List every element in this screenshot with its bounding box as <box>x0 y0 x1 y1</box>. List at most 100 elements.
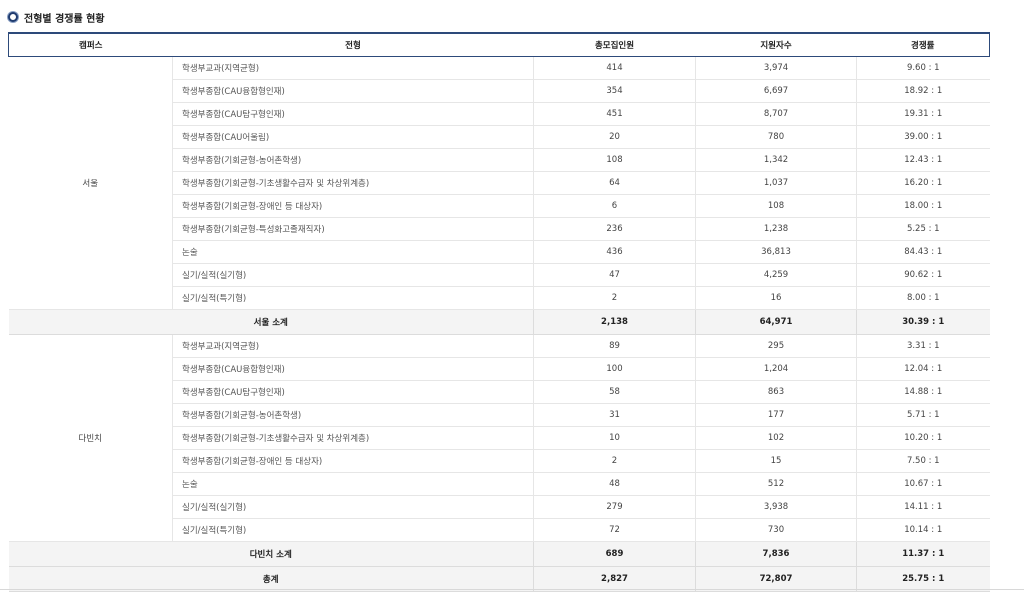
table-body: 서울 학생부교과(지역균형) 414 3,974 9.60 : 1 학생부종합(CAU융합… <box>8 56 990 592</box>
ratio-cell: 7.50 : 1 <box>856 449 990 473</box>
admission-type-cell: 학생부종합(CAU탐구형인재) <box>172 102 534 126</box>
ratio-cell: 18.92 : 1 <box>856 79 990 103</box>
applicants-cell: 730 <box>695 518 857 542</box>
applicants-cell: 3,974 <box>695 56 857 80</box>
quota-cell: 279 <box>533 495 696 519</box>
campus-cell: 다빈치 <box>8 334 173 542</box>
applicants-cell: 863 <box>695 380 857 404</box>
ratio-cell: 19.31 : 1 <box>856 102 990 126</box>
quota-cell: 436 <box>533 240 696 264</box>
section-title: 전형별 경쟁률 현황 <box>24 13 105 25</box>
ratio-cell: 11.37 : 1 <box>856 541 990 567</box>
admission-type-cell: 학생부종합(기회균형-기초생활수급자 및 차상위계층) <box>172 426 534 450</box>
ratio-cell: 30.39 : 1 <box>856 309 990 335</box>
applicants-cell: 72,807 <box>695 566 857 592</box>
ratio-cell: 5.71 : 1 <box>856 403 990 427</box>
admission-type-cell: 학생부종합(CAU융합형인재) <box>172 79 534 103</box>
admission-type-cell: 실기/실적(특기형) <box>172 518 534 542</box>
summary-label-cell: 총계 <box>8 566 534 592</box>
applicants-cell: 1,342 <box>695 148 857 172</box>
applicants-cell: 512 <box>695 472 857 496</box>
section-heading: 전형별 경쟁률 현황 <box>8 9 105 25</box>
admission-type-cell: 학생부종합(기회균형-특성화고졸재직자) <box>172 217 534 241</box>
quota-cell: 689 <box>533 541 696 567</box>
admission-type-cell: 학생부교과(지역균형) <box>172 56 534 80</box>
admission-type-cell: 학생부종합(CAU탐구형인재) <box>172 380 534 404</box>
admission-type-cell: 학생부종합(CAU어울림) <box>172 125 534 149</box>
quota-cell: 100 <box>533 357 696 381</box>
grand-total-row: 총계 2,827 72,807 25.75 : 1 <box>8 566 990 592</box>
ratio-cell: 84.43 : 1 <box>856 240 990 264</box>
quota-cell: 2 <box>533 286 696 310</box>
quota-cell: 2 <box>533 449 696 473</box>
ratio-cell: 8.00 : 1 <box>856 286 990 310</box>
summary-label-cell: 서울 소계 <box>8 309 534 335</box>
subtotal-row: 다빈치 소계 689 7,836 11.37 : 1 <box>8 541 990 567</box>
applicants-cell: 15 <box>695 449 857 473</box>
summary-label-cell: 다빈치 소계 <box>8 541 534 567</box>
ratio-cell: 90.62 : 1 <box>856 263 990 287</box>
ratio-cell: 25.75 : 1 <box>856 566 990 592</box>
applicants-cell: 108 <box>695 194 857 218</box>
admission-type-cell: 학생부종합(기회균형-장애인 등 대상자) <box>172 194 534 218</box>
quota-cell: 451 <box>533 102 696 126</box>
quota-cell: 47 <box>533 263 696 287</box>
applicants-cell: 780 <box>695 125 857 149</box>
page-bottom-divider <box>0 589 1024 590</box>
applicants-cell: 4,259 <box>695 263 857 287</box>
applicants-cell: 102 <box>695 426 857 450</box>
quota-cell: 414 <box>533 56 696 80</box>
column-header-ratio: 경쟁률 <box>856 32 990 57</box>
admission-type-cell: 학생부종합(CAU융합형인재) <box>172 357 534 381</box>
ratio-cell: 14.88 : 1 <box>856 380 990 404</box>
applicants-cell: 1,238 <box>695 217 857 241</box>
quota-cell: 31 <box>533 403 696 427</box>
applicants-cell: 6,697 <box>695 79 857 103</box>
quota-cell: 20 <box>533 125 696 149</box>
admission-type-cell: 학생부종합(기회균형-기초생활수급자 및 차상위계층) <box>172 171 534 195</box>
quota-cell: 236 <box>533 217 696 241</box>
ratio-cell: 10.67 : 1 <box>856 472 990 496</box>
quota-cell: 48 <box>533 472 696 496</box>
ratio-cell: 18.00 : 1 <box>856 194 990 218</box>
quota-cell: 6 <box>533 194 696 218</box>
column-header-type: 전형 <box>172 32 534 57</box>
applicants-cell: 295 <box>695 334 857 358</box>
admission-type-cell: 학생부종합(기회균형-농어촌학생) <box>172 148 534 172</box>
applicants-cell: 16 <box>695 286 857 310</box>
applicants-cell: 177 <box>695 403 857 427</box>
admission-type-cell: 실기/실적(실기형) <box>172 263 534 287</box>
applicants-cell: 36,813 <box>695 240 857 264</box>
quota-cell: 108 <box>533 148 696 172</box>
admission-type-cell: 학생부교과(지역균형) <box>172 334 534 358</box>
applicants-cell: 1,204 <box>695 357 857 381</box>
ratio-cell: 5.25 : 1 <box>856 217 990 241</box>
quota-cell: 72 <box>533 518 696 542</box>
quota-cell: 58 <box>533 380 696 404</box>
campus-cell: 서울 <box>8 56 173 310</box>
quota-cell: 354 <box>533 79 696 103</box>
quota-cell: 89 <box>533 334 696 358</box>
applicants-cell: 1,037 <box>695 171 857 195</box>
ratio-cell: 10.20 : 1 <box>856 426 990 450</box>
ratio-cell: 3.31 : 1 <box>856 334 990 358</box>
column-header-quota: 총모집인원 <box>533 32 696 57</box>
applicants-cell: 7,836 <box>695 541 857 567</box>
quota-cell: 2,827 <box>533 566 696 592</box>
ratio-cell: 14.11 : 1 <box>856 495 990 519</box>
ratio-cell: 12.04 : 1 <box>856 357 990 381</box>
applicants-cell: 3,938 <box>695 495 857 519</box>
quota-cell: 64 <box>533 171 696 195</box>
admission-type-cell: 학생부종합(기회균형-장애인 등 대상자) <box>172 449 534 473</box>
admission-type-cell: 학생부종합(기회균형-농어촌학생) <box>172 403 534 427</box>
quota-cell: 10 <box>533 426 696 450</box>
ratio-cell: 10.14 : 1 <box>856 518 990 542</box>
ratio-cell: 9.60 : 1 <box>856 56 990 80</box>
ratio-cell: 12.43 : 1 <box>856 148 990 172</box>
table-row: 다빈치 학생부교과(지역균형) 89 295 3.31 : 1 <box>8 334 990 542</box>
competition-rate-table: 캠퍼스 전형 총모집인원 지원자수 경쟁률 서울 학생부교과(지역균형) 414 3,… <box>8 32 990 592</box>
admission-type-cell: 논술 <box>172 472 534 496</box>
table-row: 서울 학생부교과(지역균형) 414 3,974 9.60 : 1 <box>8 56 990 310</box>
admission-type-cell: 논술 <box>172 240 534 264</box>
quota-cell: 2,138 <box>533 309 696 335</box>
